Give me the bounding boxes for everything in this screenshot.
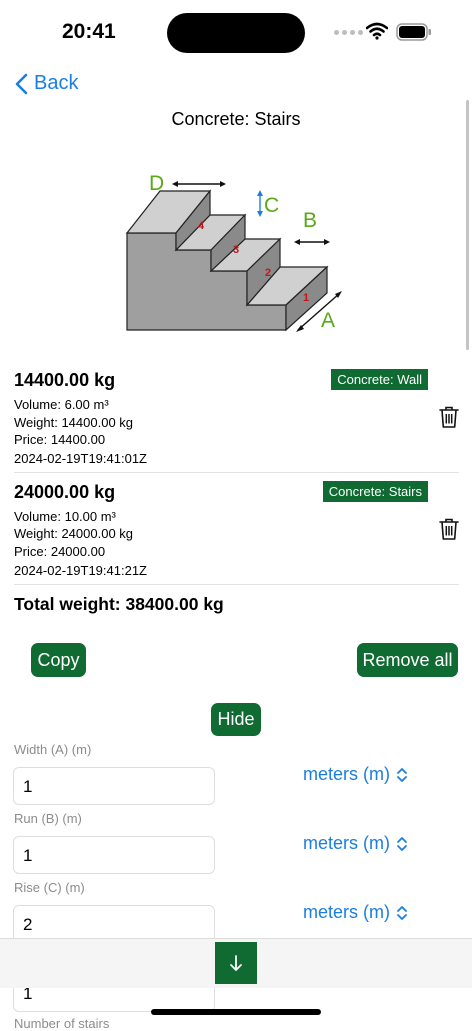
- run-unit-select[interactable]: meters (m): [303, 833, 408, 854]
- width-unit-label: meters (m): [303, 764, 390, 784]
- scrollbar[interactable]: [466, 100, 469, 350]
- trash-icon[interactable]: [438, 517, 460, 541]
- arrow-down-icon: [230, 955, 242, 971]
- width-unit-select[interactable]: meters (m): [303, 764, 408, 785]
- width-label: Width (A) (m): [14, 742, 92, 757]
- dim-label-b: B: [303, 209, 317, 232]
- dim-label-d: D: [149, 172, 164, 195]
- width-input[interactable]: 1: [13, 767, 215, 805]
- step-number-2: 2: [265, 267, 271, 279]
- stairs-diagram: 1 2 3 4 D C B A: [125, 172, 342, 332]
- chevron-up-down-icon: [397, 836, 407, 851]
- entry-timestamp: 2024-02-19T19:41:21Z: [14, 563, 147, 578]
- dim-label-a: A: [321, 309, 335, 332]
- entry-volume: Volume: 6.00 m³: [14, 397, 109, 412]
- rise-label: Rise (C) (m): [14, 880, 85, 895]
- copy-button[interactable]: Copy: [31, 643, 86, 677]
- step-number-4: 4: [198, 220, 205, 232]
- battery-icon: [396, 23, 431, 41]
- rise-value: 2: [23, 915, 33, 934]
- trash-icon[interactable]: [438, 405, 460, 429]
- page-title: Concrete: Stairs: [171, 109, 301, 129]
- entry-type-badge: Concrete: Stairs: [322, 481, 428, 502]
- entry-price: Price: 24000.00: [14, 544, 106, 559]
- back-button[interactable]: Back: [14, 72, 78, 95]
- divider: [14, 584, 459, 585]
- step-number-3: 3: [233, 244, 239, 256]
- entry-weight: 14400.00 kg: [14, 370, 116, 390]
- run-unit-label: meters (m): [303, 833, 390, 853]
- run-label: Run (B) (m): [14, 811, 82, 826]
- remove-all-button[interactable]: Remove all: [357, 643, 458, 677]
- entry-weight: 24000.00 kg: [14, 482, 116, 502]
- chevron-left-icon: [15, 73, 28, 94]
- chevron-up-down-icon: [397, 905, 407, 920]
- width-value: 1: [23, 777, 33, 796]
- rise-unit-select[interactable]: meters (m): [303, 902, 408, 923]
- dynamic-island: [167, 13, 305, 53]
- total-weight: Total weight: 38400.00 kg: [14, 594, 224, 614]
- run-input[interactable]: 1: [13, 836, 215, 874]
- entry-timestamp: 2024-02-19T19:41:01Z: [14, 451, 147, 466]
- step-number-1: 1: [303, 292, 309, 304]
- entry-type-badge: Concrete: Wall: [331, 369, 428, 390]
- scroll-down-button[interactable]: [215, 942, 257, 984]
- entry-price: Price: 14400.00: [14, 432, 106, 447]
- entry-weight-line: Weight: 24000.00 kg: [14, 526, 134, 541]
- hide-button[interactable]: Hide: [211, 703, 261, 736]
- rise-unit-label: meters (m): [303, 902, 390, 922]
- status-time: 20:41: [62, 20, 116, 43]
- back-label: Back: [34, 72, 79, 94]
- dim-label-c: C: [264, 194, 279, 217]
- home-indicator[interactable]: [151, 1009, 321, 1015]
- chevron-up-down-icon: [397, 767, 407, 782]
- divider: [14, 472, 459, 473]
- signal-icon: [334, 30, 363, 35]
- wifi-icon: [366, 22, 388, 40]
- run-value: 1: [23, 846, 33, 865]
